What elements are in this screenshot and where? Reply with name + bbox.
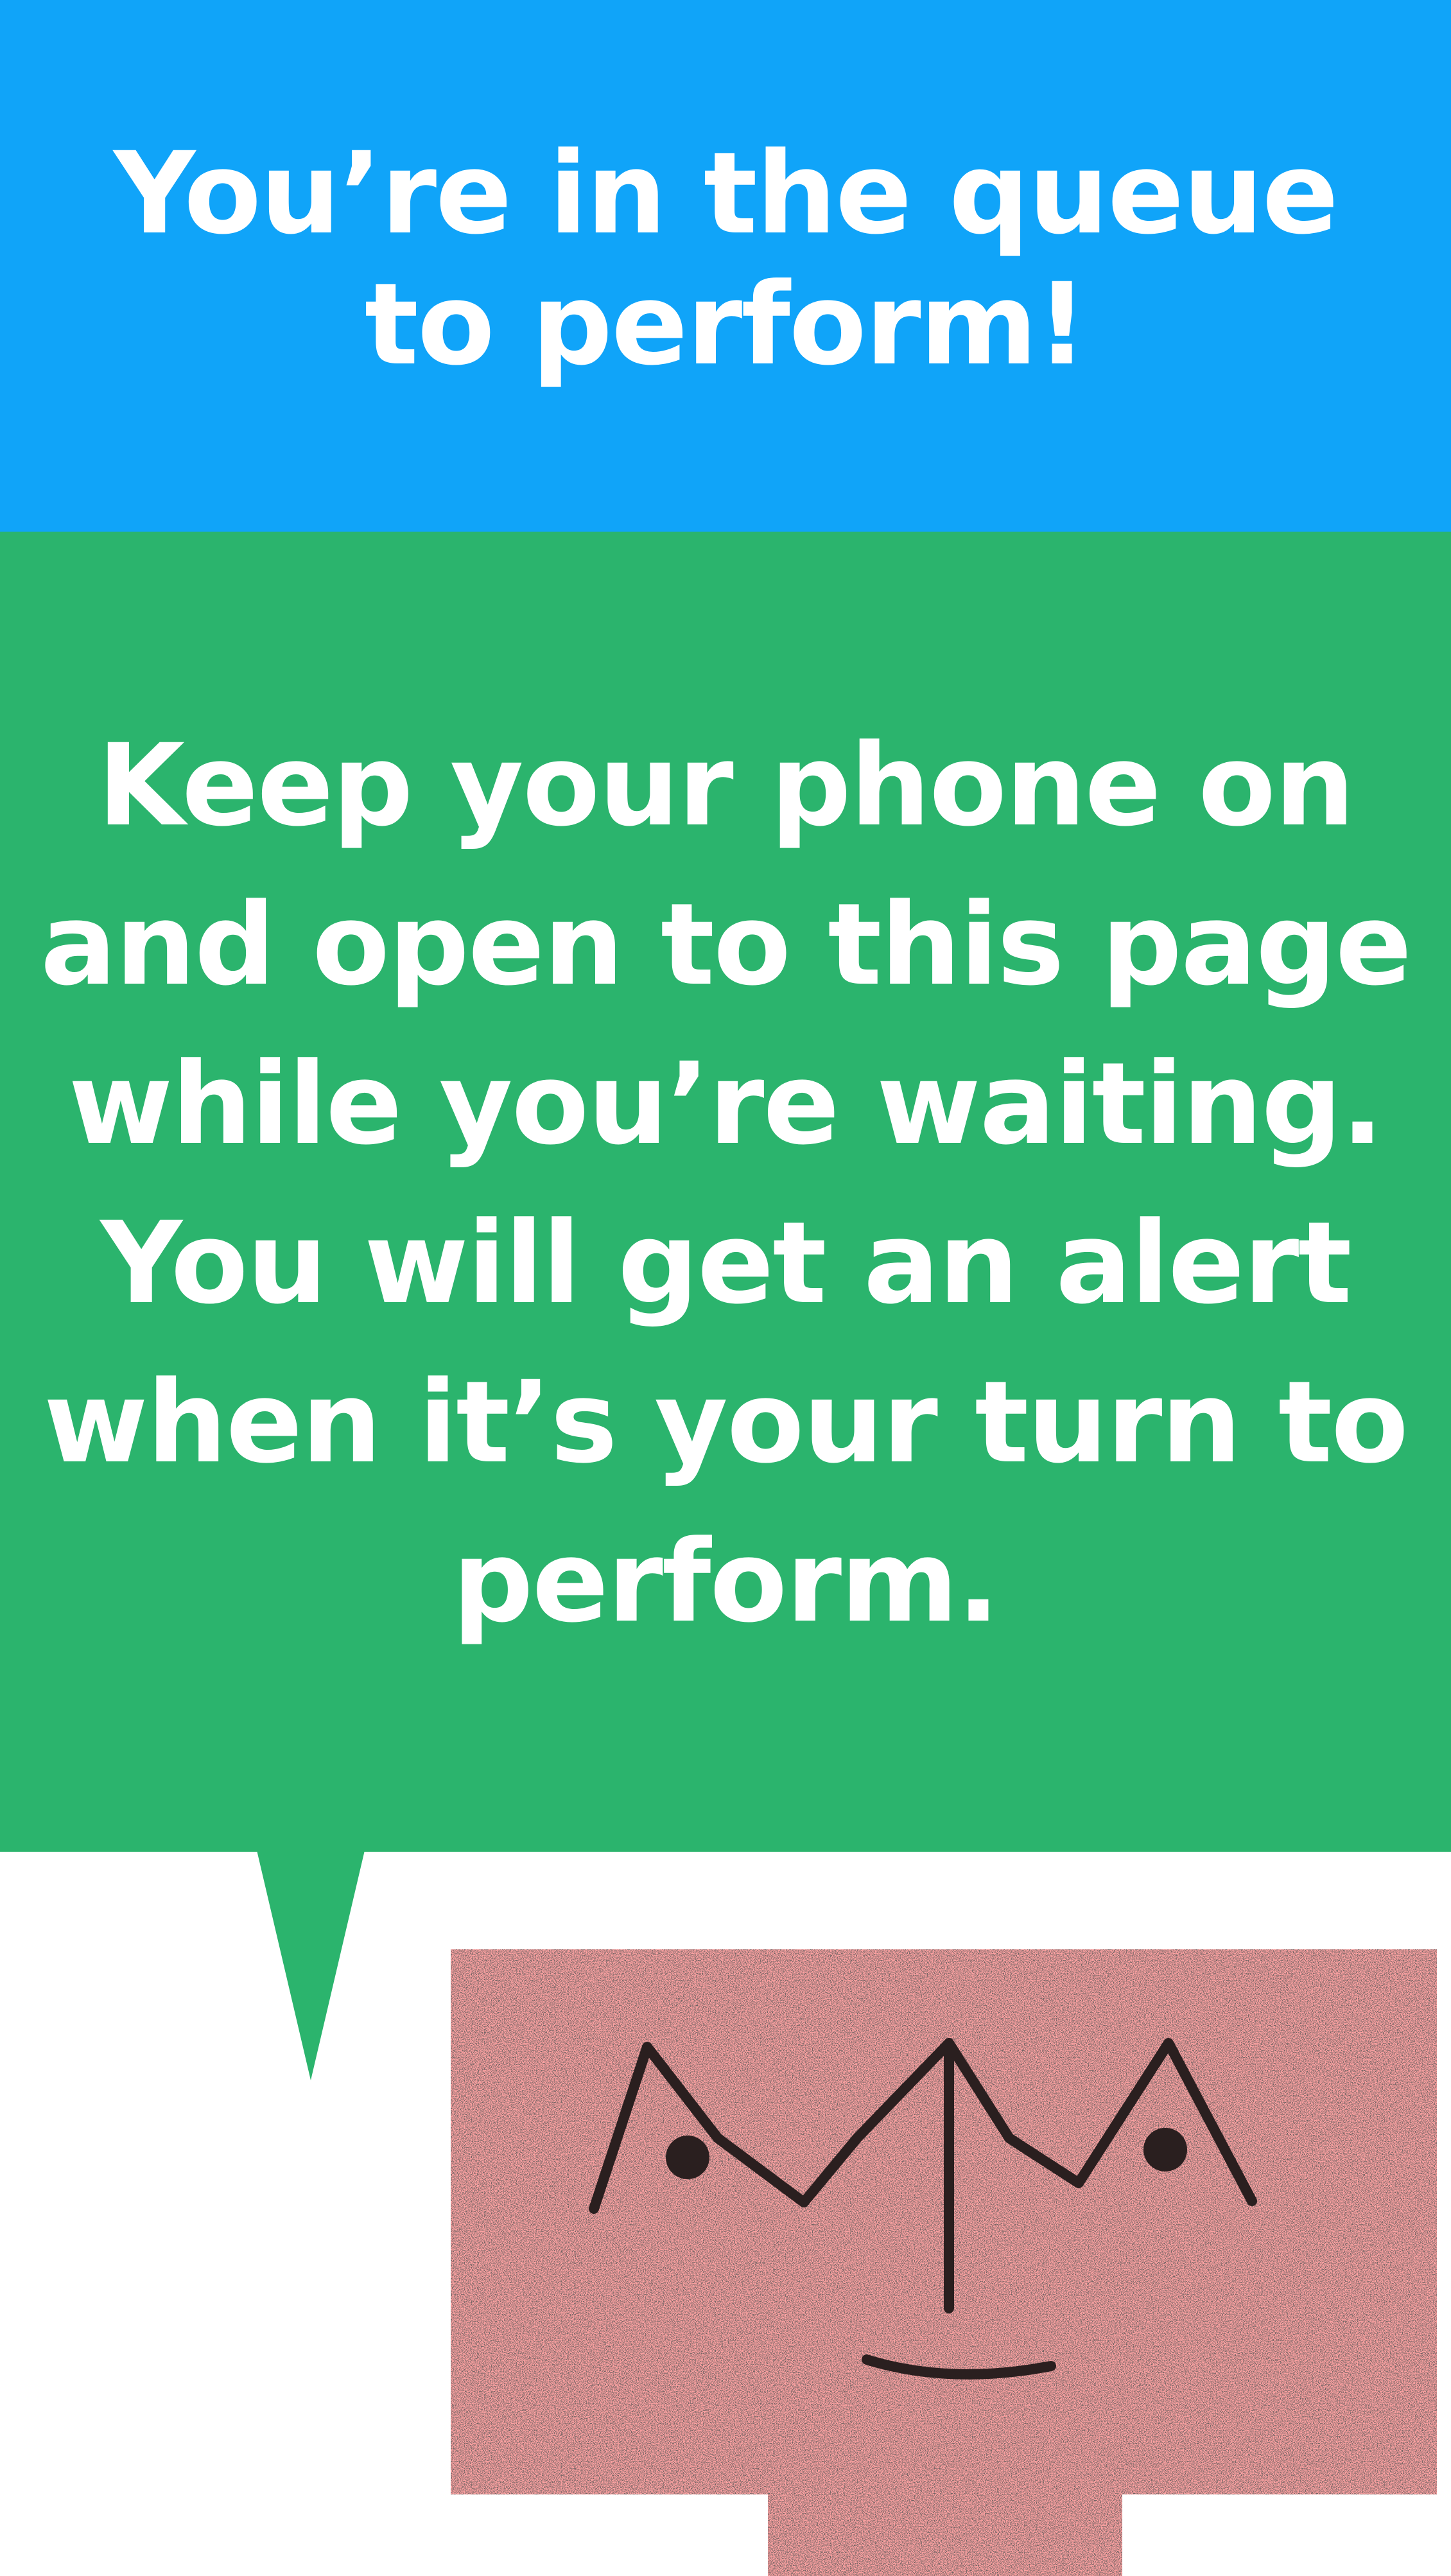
avatar-right-eye <box>1143 2128 1187 2171</box>
avatar-left-eye <box>666 2136 709 2179</box>
smiling-face-avatar-icon <box>451 1949 1437 2576</box>
